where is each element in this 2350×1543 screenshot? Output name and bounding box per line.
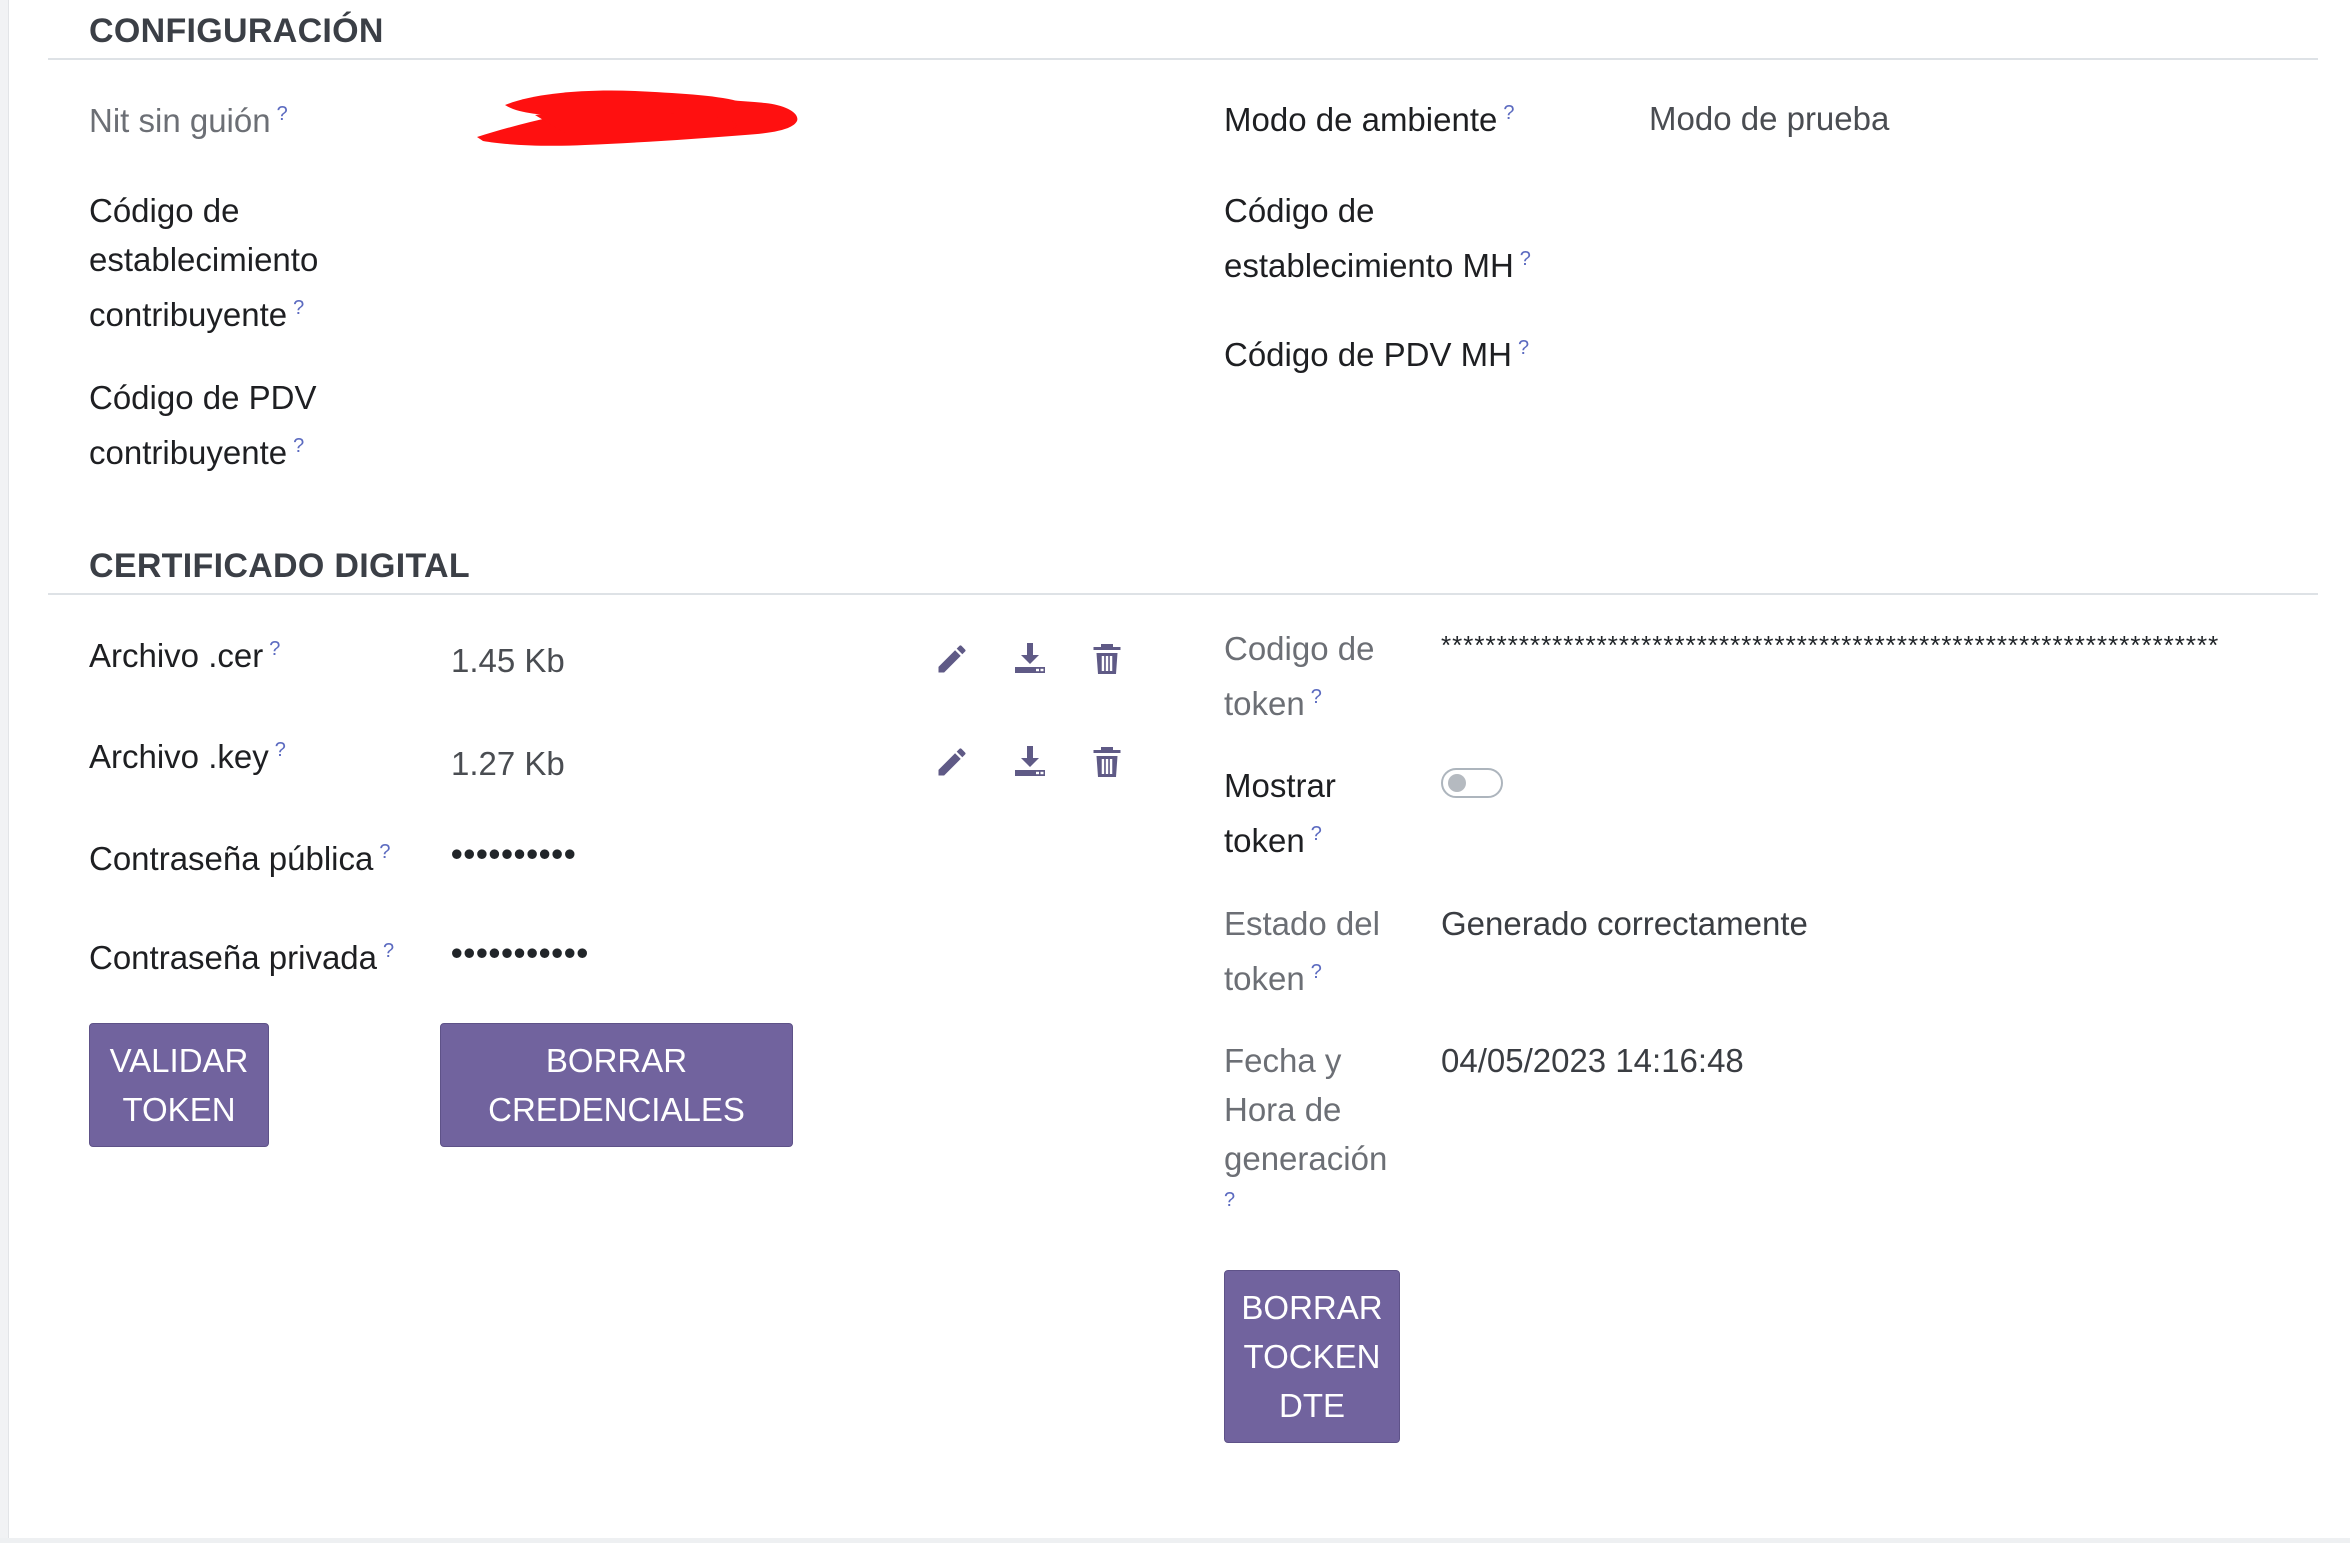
redaction-mark	[477, 90, 798, 146]
button-label-line: BORRAR	[1241, 1289, 1383, 1326]
help-icon[interactable]: ?	[277, 103, 288, 125]
label-line: generación	[1224, 1140, 1388, 1177]
label-line: token	[1224, 685, 1305, 722]
borrar-credenciales-button[interactable]: BORRAR CREDENCIALES	[440, 1023, 793, 1147]
pass-publica-label-text: Contraseña pública	[89, 840, 374, 877]
mostrar-token-toggle[interactable]	[1441, 768, 1503, 798]
bottom-edge	[0, 1538, 2350, 1543]
archivo-key-size: 1.27 Kb	[451, 745, 565, 782]
archivo-cer-label-text: Archivo .cer	[89, 637, 264, 674]
label-line: Mostrar	[1224, 767, 1336, 804]
help-icon[interactable]: ?	[1518, 337, 1529, 359]
section-divider	[48, 58, 2318, 60]
label-line: establecimiento MH	[1224, 247, 1514, 284]
cod-est-mh-label: Código de establecimiento MH?	[1224, 186, 1531, 290]
label-line: establecimiento	[89, 241, 319, 278]
fecha-generacion-label: Fecha y Hora de generación ?	[1224, 1036, 1387, 1212]
cod-est-contrib-label: Código de establecimiento contribuyente?	[89, 186, 318, 339]
help-icon[interactable]: ?	[275, 739, 286, 761]
download-icon[interactable]	[1012, 640, 1048, 676]
label-line: Código de	[89, 192, 240, 229]
section-title-certificado: CERTIFICADO DIGITAL	[89, 547, 470, 585]
section-title-configuracion: CONFIGURACIÓN	[89, 12, 384, 50]
help-icon[interactable]: ?	[1520, 248, 1531, 270]
help-icon[interactable]: ?	[269, 638, 280, 660]
pencil-icon[interactable]	[934, 744, 970, 780]
label-line: Código de	[1224, 192, 1375, 229]
codigo-token-label: Codigo de token?	[1224, 624, 1374, 728]
pass-privada-label-text: Contraseña privada	[89, 939, 378, 976]
button-label-line: VALIDAR	[109, 1042, 249, 1079]
archivo-key-label-text: Archivo .key	[89, 738, 269, 775]
section-divider	[48, 593, 2318, 595]
trash-icon[interactable]	[1089, 641, 1125, 677]
help-icon[interactable]: ?	[383, 940, 394, 962]
pencil-icon[interactable]	[934, 641, 970, 677]
trash-icon[interactable]	[1089, 744, 1125, 780]
button-label-line: BORRAR	[545, 1042, 688, 1079]
label-line: token	[1224, 960, 1305, 997]
label-line: Hora de	[1224, 1091, 1342, 1128]
pass-privada-value[interactable]: •••••••••••	[451, 934, 589, 972]
help-icon[interactable]: ?	[293, 435, 304, 457]
label-line: contribuyente	[89, 296, 288, 333]
help-icon[interactable]: ?	[1311, 686, 1322, 708]
cod-pdv-contrib-label: Código de PDV contribuyente?	[89, 373, 316, 477]
label-line: Fecha y	[1224, 1042, 1342, 1079]
modo-ambiente-label-text: Modo de ambiente	[1224, 101, 1498, 138]
help-icon[interactable]: ?	[1503, 102, 1514, 124]
download-icon[interactable]	[1012, 743, 1048, 779]
codigo-token-value: ****************************************…	[1441, 630, 2220, 660]
label-line: Estado del	[1224, 905, 1380, 942]
fecha-generacion-value: 04/05/2023 14:16:48	[1441, 1042, 1744, 1079]
button-label-line: TOCKEN	[1243, 1338, 1381, 1375]
estado-token-value: Generado correctamente	[1441, 905, 1808, 942]
mostrar-token-label: Mostrar token?	[1224, 761, 1336, 865]
label-line: Codigo de	[1224, 630, 1375, 667]
button-label-line: CREDENCIALES	[488, 1091, 745, 1128]
borrar-tocken-dte-button[interactable]: BORRAR TOCKEN DTE	[1224, 1270, 1400, 1443]
nit-label: Nit sin guión?	[89, 90, 288, 145]
label-line: Código de PDV	[89, 379, 317, 416]
cod-pdv-mh-label-text: Código de PDV MH	[1224, 336, 1512, 373]
help-icon[interactable]: ?	[1311, 961, 1322, 983]
modo-ambiente-value[interactable]: Modo de prueba	[1649, 94, 1889, 143]
left-edge	[0, 0, 9, 1543]
validar-token-button[interactable]: VALIDAR TOKEN	[89, 1023, 269, 1147]
cod-pdv-mh-label: Código de PDV MH?	[1224, 324, 1529, 379]
nit-label-text: Nit sin guión	[89, 102, 271, 139]
archivo-key-label: Archivo .key?	[89, 726, 286, 781]
label-line: token	[1224, 822, 1305, 859]
estado-token-label: Estado del token?	[1224, 899, 1380, 1003]
toggle-knob	[1448, 774, 1466, 792]
pass-privada-label: Contraseña privada?	[89, 927, 394, 982]
help-icon[interactable]: ?	[293, 297, 304, 319]
archivo-cer-label: Archivo .cer?	[89, 625, 280, 680]
modo-ambiente-label: Modo de ambiente?	[1224, 89, 1514, 144]
help-icon[interactable]: ?	[379, 841, 390, 863]
help-icon[interactable]: ?	[1224, 1189, 1235, 1211]
button-label-line: DTE	[1279, 1387, 1345, 1424]
pass-publica-label: Contraseña pública?	[89, 828, 390, 883]
button-label-line: TOKEN	[122, 1091, 236, 1128]
archivo-cer-size: 1.45 Kb	[451, 642, 565, 679]
help-icon[interactable]: ?	[1311, 823, 1322, 845]
pass-publica-value[interactable]: ••••••••••	[451, 835, 577, 873]
label-line: contribuyente	[89, 434, 288, 471]
